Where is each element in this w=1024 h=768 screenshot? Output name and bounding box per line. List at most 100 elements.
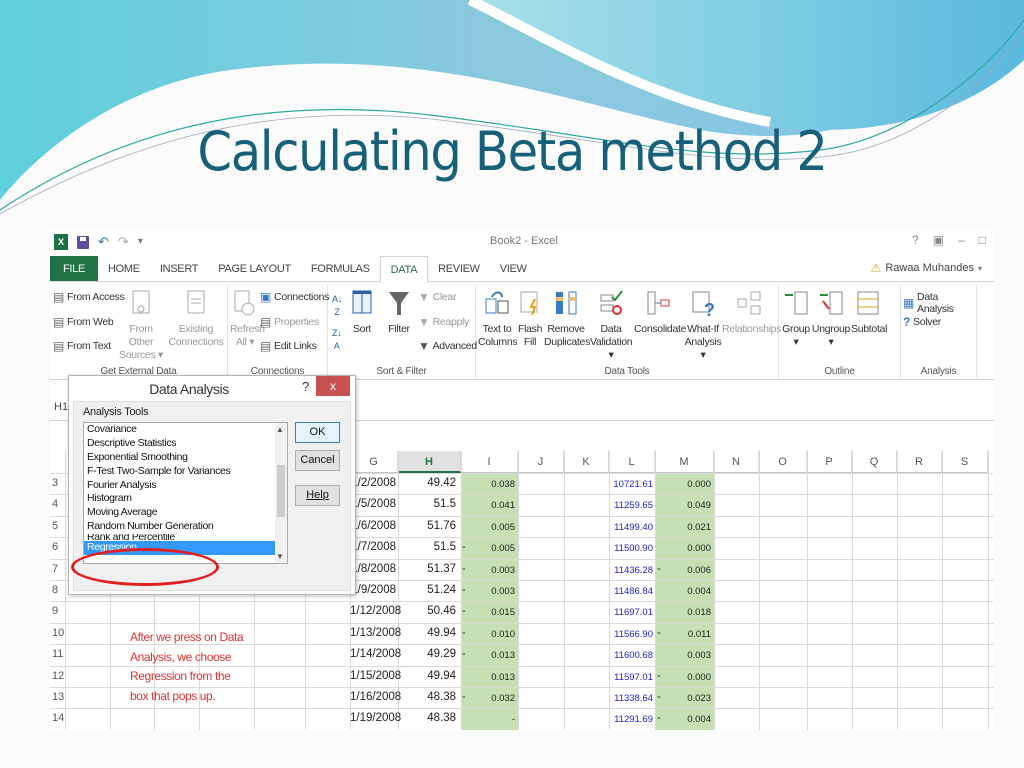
edit-links-button[interactable]: ▤ Edit Links [260, 340, 317, 352]
cell-market-return[interactable]: 0.000 [655, 543, 711, 554]
scroll-up-icon[interactable]: ▲ [276, 425, 284, 434]
scroll-down-icon[interactable]: ▼ [276, 552, 284, 561]
group-button[interactable]: Group ▾ [781, 289, 811, 349]
advanced-button[interactable]: ▼ Advanced [418, 340, 477, 352]
cell-stock-return[interactable]: 0.003 [461, 586, 515, 597]
column-header-n[interactable]: N [714, 451, 759, 473]
tab-view[interactable]: VIEW [490, 256, 537, 281]
cell-price[interactable]: 51.76 [398, 520, 456, 532]
cell-market-return[interactable]: 0.004 [655, 586, 711, 597]
dialog-close-button[interactable]: x [316, 376, 350, 396]
cell-price[interactable]: 49.94 [398, 627, 456, 639]
cell-date[interactable]: 1/2/2008 [350, 477, 396, 489]
cell-price[interactable]: 51.24 [398, 584, 456, 596]
sort-button[interactable]: Sort [350, 289, 374, 336]
cell-index-value[interactable]: 11338.64 [609, 693, 653, 704]
cell-stock-return[interactable]: 0.005 [461, 522, 515, 533]
cell-index-value[interactable]: 11436.28 [609, 565, 653, 576]
listbox-scrollbar[interactable]: ▲ ▼ [275, 423, 287, 563]
connections-button[interactable]: ▣ Connections [260, 291, 329, 303]
analysis-tools-listbox[interactable]: Covariance Descriptive Statistics Expone… [83, 422, 288, 564]
scrollbar-thumb[interactable] [277, 465, 285, 517]
minimize-icon[interactable]: – [958, 233, 965, 247]
cell-date[interactable]: 1/9/2008 [350, 584, 396, 596]
cell-stock-return[interactable]: 0.003 [461, 565, 515, 576]
cell-index-value[interactable]: 11697.01 [609, 607, 653, 618]
clear-button[interactable]: ▼ Clear [418, 291, 456, 303]
row-header[interactable]: 8 [50, 584, 66, 596]
column-header-h[interactable]: H [398, 451, 461, 473]
cell-market-return[interactable]: 0.000 [655, 672, 711, 683]
cell-stock-return[interactable]: 0.032 [461, 693, 515, 704]
column-header-l[interactable]: L [609, 451, 655, 473]
cell-date[interactable]: 1/15/2008 [350, 670, 401, 682]
text-to-columns-button[interactable]: Text to Columns [478, 289, 518, 349]
from-text-button[interactable]: ▤ From Text [53, 340, 111, 352]
row-header[interactable]: 13 [50, 691, 66, 703]
solver-button[interactable]: ? Solver [903, 316, 941, 328]
column-header-q[interactable]: Q [852, 451, 897, 473]
list-item-f-test[interactable]: F-Test Two-Sample for Variances [84, 465, 287, 479]
help-button[interactable]: Help [295, 485, 340, 506]
cell-market-return[interactable]: 0.003 [655, 650, 711, 661]
name-box[interactable]: H1 [54, 401, 68, 413]
cell-date[interactable]: 1/8/2008 [350, 563, 396, 575]
cell-stock-return[interactable]: 0.005 [461, 543, 515, 554]
column-header-m[interactable]: M [655, 451, 714, 473]
cell-index-value[interactable]: 11597.01 [609, 672, 653, 683]
column-header-s[interactable]: S [942, 451, 988, 473]
column-header-o[interactable]: O [759, 451, 807, 473]
list-item-moving-average[interactable]: Moving Average [84, 506, 287, 520]
cell-index-value[interactable]: 11291.69 [609, 714, 653, 725]
row-header[interactable]: 10 [50, 627, 66, 639]
tab-review[interactable]: REVIEW [428, 256, 490, 281]
cell-index-value[interactable]: 11486.84 [609, 586, 653, 597]
cell-price[interactable]: 51.5 [398, 541, 456, 553]
data-validation-button[interactable]: Data Validation ▾ [590, 289, 633, 362]
cell-date[interactable]: 1/12/2008 [350, 605, 401, 617]
cell-index-value[interactable]: 11566.90 [609, 629, 653, 640]
cancel-button[interactable]: Cancel [295, 450, 340, 471]
from-access-button[interactable]: ▤ From Access [53, 291, 125, 303]
cell-price[interactable]: 51.5 [398, 498, 456, 510]
cell-index-value[interactable]: 11600.68 [609, 650, 653, 661]
tab-file[interactable]: FILE [50, 256, 99, 281]
subtotal-button[interactable]: Subtotal [851, 289, 887, 336]
sort-z-a-button[interactable]: Z↓ A [332, 327, 342, 353]
properties-button[interactable]: ▤ Properties [260, 316, 319, 328]
filter-button[interactable]: Filter [386, 289, 412, 336]
cell-stock-return[interactable]: - [461, 714, 515, 725]
column-header-r[interactable]: R [897, 451, 942, 473]
reapply-button[interactable]: ▼ Reapply [418, 316, 469, 328]
relationships-button[interactable]: Relationships [722, 289, 781, 336]
what-if-analysis-button[interactable]: ? What-If Analysis ▾ [684, 289, 722, 362]
save-icon[interactable] [77, 235, 89, 249]
cell-market-return[interactable]: 0.000 [655, 479, 711, 490]
undo-icon[interactable]: ↶ [98, 233, 109, 251]
dialog-help-icon[interactable]: ? [302, 379, 309, 394]
from-other-sources-button[interactable]: From Other Sources ▾ [116, 289, 166, 362]
cell-date[interactable]: 1/5/2008 [350, 498, 396, 510]
cell-index-value[interactable]: 11259.65 [609, 500, 653, 511]
ribbon-display-icon[interactable]: ▣ [933, 233, 944, 247]
cell-stock-return[interactable]: 0.038 [461, 479, 515, 490]
flash-fill-button[interactable]: Flash Fill [518, 289, 542, 349]
list-item-random-number-generation[interactable]: Random Number Generation [84, 520, 287, 534]
column-header-g[interactable]: G [350, 451, 398, 473]
cell-date[interactable]: 1/19/2008 [350, 712, 401, 724]
row-header[interactable]: 3 [50, 477, 66, 489]
cell-market-return[interactable]: 0.006 [655, 565, 711, 576]
list-item-rank-and-percentile[interactable]: Rank and Percentile [84, 534, 287, 541]
tab-home[interactable]: HOME [98, 256, 150, 281]
cell-market-return[interactable]: 0.004 [655, 714, 711, 725]
cell-stock-return[interactable]: 0.010 [461, 629, 515, 640]
consolidate-button[interactable]: Consolidate [634, 289, 686, 336]
column-header-p[interactable]: P [807, 451, 852, 473]
help-icon[interactable]: ? [912, 233, 919, 247]
row-header[interactable]: 6 [50, 541, 66, 553]
list-item-exponential-smoothing[interactable]: Exponential Smoothing [84, 451, 287, 465]
list-item-fourier-analysis[interactable]: Fourier Analysis [84, 479, 287, 493]
cell-date[interactable]: 1/14/2008 [350, 648, 401, 660]
column-header-k[interactable]: K [564, 451, 609, 473]
tab-formulas[interactable]: FORMULAS [301, 256, 380, 281]
